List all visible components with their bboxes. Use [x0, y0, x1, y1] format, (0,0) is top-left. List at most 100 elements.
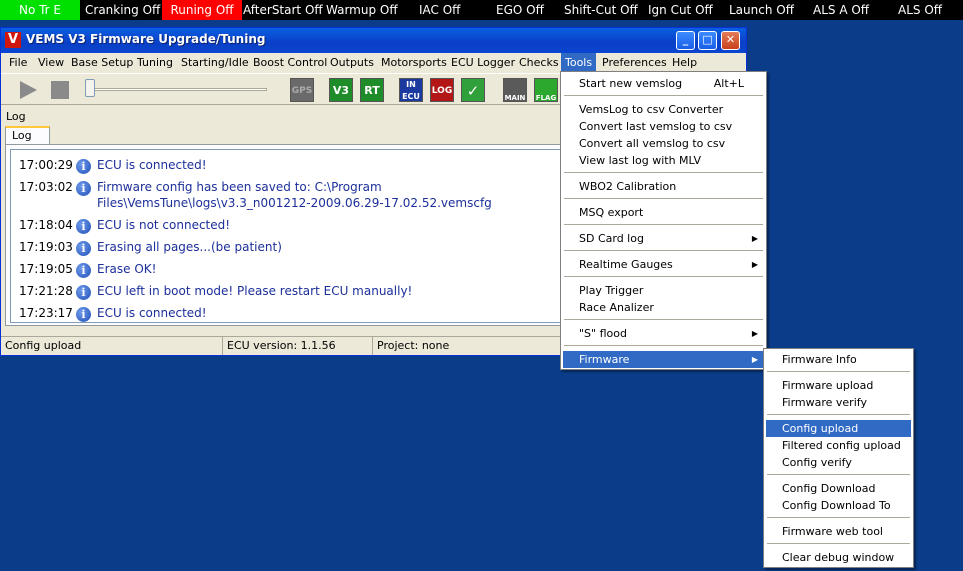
minimize-button[interactable]: _ — [676, 31, 695, 50]
menu-motorsports[interactable]: Motorsports — [377, 53, 451, 72]
in-ecu-icon[interactable]: IN ECU — [399, 78, 423, 102]
status-current-action: Config upload — [1, 337, 223, 355]
menu-item-config-download[interactable]: Config Download — [766, 480, 911, 497]
menu-item-s-flood[interactable]: "S" flood ▶ — [563, 325, 764, 342]
status-iac: IAC Off — [419, 3, 461, 17]
menu-item-clear-debug-window[interactable]: Clear debug window — [766, 549, 911, 566]
menu-view[interactable]: View — [34, 53, 68, 72]
menu-bar: File View Base Setup Tuning Starting/Idl… — [1, 53, 746, 72]
status-project: Project: none — [377, 339, 450, 352]
menu-item-label: SD Card log — [579, 232, 644, 245]
menu-item-config-upload[interactable]: Config upload — [766, 420, 911, 437]
menu-tuning[interactable]: Tuning — [133, 53, 177, 72]
menu-separator — [767, 517, 910, 518]
submenu-arrow-icon: ▶ — [751, 234, 758, 243]
menu-item-msq-export[interactable]: MSQ export — [563, 204, 764, 221]
playback-slider-thumb[interactable] — [85, 79, 95, 97]
menu-item-firmware[interactable]: Firmware ▶ — [563, 351, 764, 368]
menu-item-play-trigger[interactable]: Play Trigger — [563, 282, 764, 299]
submenu-arrow-icon: ▶ — [751, 329, 758, 338]
menu-item-firmware-upload[interactable]: Firmware upload — [766, 377, 911, 394]
menu-base-setup[interactable]: Base Setup — [67, 53, 137, 72]
menu-item-firmware-info[interactable]: Firmware Info — [766, 351, 911, 368]
stop-icon[interactable] — [49, 79, 71, 101]
status-indicator-bar: No Tr E Cranking Off Runing Off AfterSta… — [0, 0, 963, 20]
menu-separator — [767, 371, 910, 372]
log-section-label: Log — [6, 110, 26, 123]
menu-file[interactable]: File — [5, 53, 31, 72]
status-ego: EGO Off — [496, 3, 544, 17]
menu-item-convert-last-vemslog[interactable]: Convert last vemslog to csv — [563, 118, 764, 135]
menu-outputs[interactable]: Outputs — [326, 53, 378, 72]
check-icon[interactable]: ✓ — [461, 78, 485, 102]
info-icon: i — [76, 219, 91, 234]
menu-preferences[interactable]: Preferences — [598, 53, 671, 72]
menu-separator — [564, 198, 763, 199]
log-time: 17:18:04 — [19, 218, 73, 232]
log-icon[interactable]: LOG — [430, 78, 454, 102]
menu-item-realtime-gauges[interactable]: Realtime Gauges ▶ — [563, 256, 764, 273]
info-icon: i — [76, 159, 91, 174]
menu-item-start-new-vemslog[interactable]: Start new vemslog Alt+L — [563, 75, 764, 92]
menu-item-vemslog-to-csv[interactable]: VemsLog to csv Converter — [563, 101, 764, 118]
rt-icon[interactable]: RT — [360, 78, 384, 102]
menu-item-label: Start new vemslog — [579, 77, 683, 90]
status-running: Runing Off — [162, 0, 242, 20]
log-message: ECU left in boot mode! Please restart EC… — [97, 284, 413, 298]
gps-icon[interactable]: GPS — [290, 78, 314, 102]
submenu-arrow-icon: ▶ — [751, 260, 758, 269]
info-icon: i — [76, 263, 91, 278]
menu-separator — [767, 543, 910, 544]
status-cranking: Cranking Off — [85, 3, 161, 17]
log-time: 17:19:03 — [19, 240, 73, 254]
status-shift-cut: Shift-Cut Off — [564, 3, 638, 17]
firmware-submenu: Firmware Info Firmware upload Firmware v… — [763, 348, 914, 568]
status-als-a: ALS A Off — [813, 3, 870, 17]
tab-log[interactable]: Log — [5, 126, 50, 145]
status-afterstart: AfterStart Off — [243, 3, 323, 17]
info-icon: i — [76, 181, 91, 196]
menu-item-shortcut: Alt+L — [713, 77, 744, 90]
menu-item-config-download-to[interactable]: Config Download To — [766, 497, 911, 514]
status-warmup: Warmup Off — [326, 3, 398, 17]
info-icon: i — [76, 285, 91, 300]
menu-checks[interactable]: Checks — [515, 53, 563, 72]
info-icon: i — [76, 241, 91, 256]
log-list[interactable]: 17:00:29 i ECU is connected! 17:03:02 i … — [10, 149, 562, 323]
log-message: ECU is not connected! — [97, 218, 231, 232]
menu-boost-control[interactable]: Boost Control — [249, 53, 331, 72]
menu-item-firmware-verify[interactable]: Firmware verify — [766, 394, 911, 411]
title-bar[interactable]: V VEMS V3 Firmware Upgrade/Tuning _ □ ✕ — [1, 28, 746, 53]
log-time: 17:23:17 — [19, 306, 73, 320]
submenu-arrow-icon: ▶ — [751, 355, 758, 364]
status-ign-cut: Ign Cut Off — [648, 3, 713, 17]
window-title: VEMS V3 Firmware Upgrade/Tuning — [26, 32, 266, 46]
menu-item-firmware-web-tool[interactable]: Firmware web tool — [766, 523, 911, 540]
maximize-button[interactable]: □ — [698, 31, 717, 50]
tools-menu: Start new vemslog Alt+L VemsLog to csv C… — [560, 71, 767, 370]
menu-ecu-logger[interactable]: ECU Logger — [447, 53, 519, 72]
log-time: 17:03:02 — [19, 180, 73, 194]
menu-separator — [564, 224, 763, 225]
menu-item-sd-card-log[interactable]: SD Card log ▶ — [563, 230, 764, 247]
menu-item-filtered-config-upload[interactable]: Filtered config upload — [766, 437, 911, 454]
main-icon[interactable]: MAIN — [503, 78, 527, 102]
menu-item-config-verify[interactable]: Config verify — [766, 454, 911, 471]
menu-item-view-last-log-mlv[interactable]: View last log with MLV — [563, 152, 764, 169]
menu-separator — [564, 250, 763, 251]
menu-separator — [564, 345, 763, 346]
menu-starting-idle[interactable]: Starting/Idle — [177, 53, 253, 72]
v3-icon[interactable]: V3 — [329, 78, 353, 102]
menu-item-label: Realtime Gauges — [579, 258, 673, 271]
menu-item-wbo2-calibration[interactable]: WBO2 Calibration — [563, 178, 764, 195]
flag-icon[interactable]: FLAG — [534, 78, 558, 102]
menu-item-convert-all-vemslog[interactable]: Convert all vemslog to csv — [563, 135, 764, 152]
play-icon[interactable] — [17, 79, 39, 101]
playback-slider-track[interactable] — [87, 88, 267, 91]
menu-help[interactable]: Help — [668, 53, 701, 72]
menu-separator — [767, 474, 910, 475]
close-button[interactable]: ✕ — [721, 31, 740, 50]
menu-tools[interactable]: Tools — [561, 53, 597, 72]
menu-item-race-analizer[interactable]: Race Analizer — [563, 299, 764, 316]
log-message: Erase OK! — [97, 262, 157, 276]
